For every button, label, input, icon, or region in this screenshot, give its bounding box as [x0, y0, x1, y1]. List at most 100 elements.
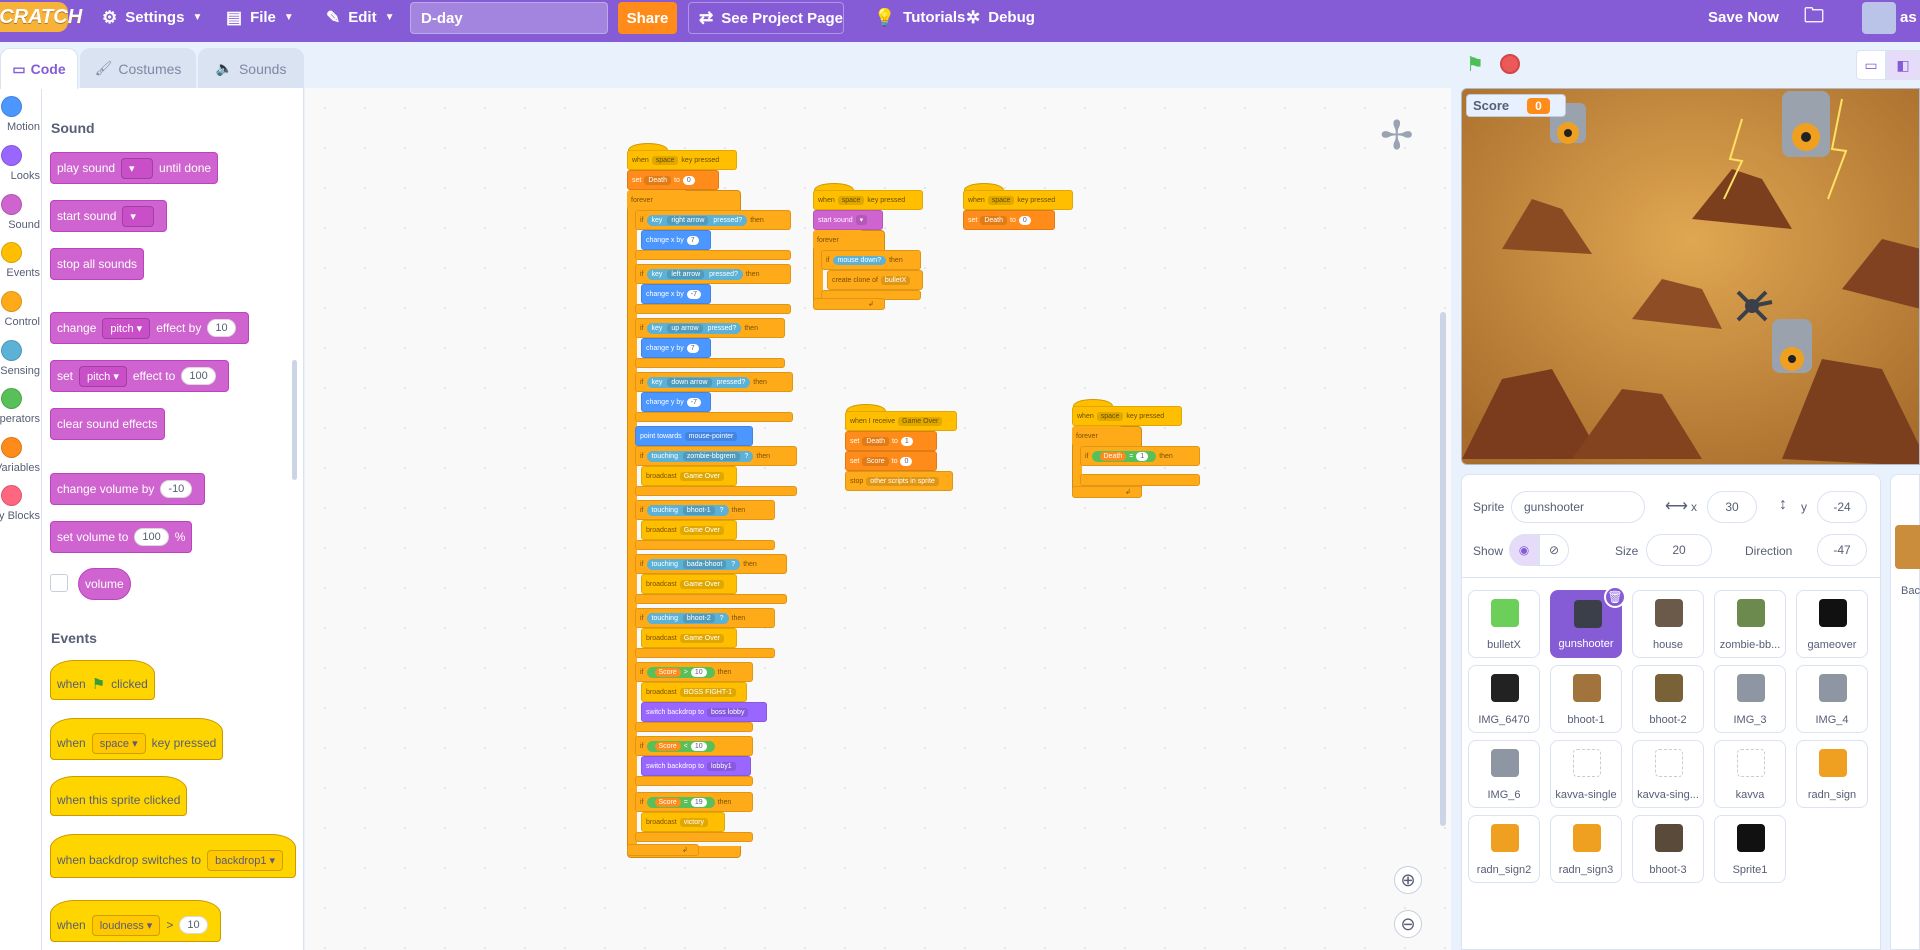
- edit-menu[interactable]: ✎ Edit ▼: [326, 0, 395, 35]
- number-input[interactable]: 100: [134, 528, 169, 546]
- tab-costumes[interactable]: 🖌 Costumes: [80, 48, 196, 88]
- backdrop-dropdown[interactable]: backdrop1 ▾: [207, 849, 284, 871]
- palette-scrollbar[interactable]: [292, 360, 297, 480]
- script-block[interactable]: if Score = 19 then: [635, 792, 753, 812]
- script-block[interactable]: if mouse down? then: [821, 250, 921, 270]
- effect-dropdown[interactable]: pitch ▾: [102, 317, 151, 339]
- script-block[interactable]: set Death to 0: [963, 210, 1055, 230]
- block-change-effect-by[interactable]: change pitch ▾ effect by 10: [50, 312, 249, 344]
- block-dropdown[interactable]: bhoot-2: [682, 613, 715, 623]
- script-block[interactable]: set Death to 0: [627, 170, 719, 190]
- block-dropdown[interactable]: up arrow: [667, 323, 703, 333]
- block-dropdown[interactable]: left arrow: [667, 269, 705, 279]
- tab-code[interactable]: ▭ Code: [0, 48, 78, 89]
- script-block[interactable]: change x by 7: [641, 230, 711, 250]
- file-menu[interactable]: ▤ File ▼: [226, 0, 294, 35]
- block-dropdown[interactable]: space: [837, 195, 865, 205]
- block-volume-reporter[interactable]: volume: [78, 568, 131, 600]
- large-stage-button[interactable]: ◧: [1886, 50, 1920, 80]
- number-input[interactable]: 10: [207, 319, 236, 337]
- block-when-this-sprite-clicked[interactable]: when this sprite clicked: [50, 776, 188, 816]
- block-dropdown[interactable]: lobby1: [706, 761, 736, 771]
- sprite-tile[interactable]: bhoot-1: [1550, 665, 1622, 733]
- save-now-button[interactable]: Save Now: [1708, 0, 1779, 35]
- sprite-tile[interactable]: IMG_4: [1796, 665, 1868, 733]
- block-dropdown[interactable]: zombie-bbgrem: [682, 451, 740, 461]
- account-name[interactable]: as: [1900, 0, 1917, 35]
- script-block[interactable]: if key left arrow pressed? then: [635, 264, 791, 284]
- script-block[interactable]: point towards mouse-pointer: [635, 426, 753, 446]
- sprite-tile[interactable]: zombie-bb...: [1714, 590, 1786, 658]
- share-button[interactable]: Share: [618, 2, 677, 34]
- block-play-sound-until-done[interactable]: play sound ▾ until done: [50, 152, 219, 184]
- delete-sprite-button[interactable]: 🗑: [1604, 586, 1626, 608]
- block-dropdown[interactable]: boss lobby: [706, 707, 749, 717]
- direction-input[interactable]: -47: [1817, 534, 1867, 566]
- category-motion[interactable]: Motion: [0, 96, 41, 144]
- stop-button[interactable]: [1500, 54, 1520, 74]
- block-input[interactable]: 0: [900, 456, 913, 466]
- script-block[interactable]: if touching bhoot-1 ? then: [635, 500, 775, 520]
- workspace-scrollbar[interactable]: [1440, 312, 1446, 826]
- block-set-volume-to[interactable]: set volume to 100%: [50, 521, 193, 553]
- block-change-volume-by[interactable]: change volume by -10: [50, 473, 206, 505]
- effect-dropdown[interactable]: pitch ▾: [79, 365, 127, 387]
- block-input[interactable]: 7: [686, 343, 699, 353]
- number-input[interactable]: 100: [181, 367, 216, 385]
- operator-reporter[interactable]: Score >10: [646, 666, 715, 678]
- sprite-name-input[interactable]: gunshooter: [1511, 491, 1645, 523]
- sprite-tile[interactable]: bhoot-3: [1632, 815, 1704, 883]
- number-input[interactable]: -10: [160, 480, 193, 498]
- block-dropdown[interactable]: space: [987, 195, 1015, 205]
- block-input[interactable]: 10: [690, 741, 707, 751]
- score-monitor[interactable]: Score 0: [1466, 94, 1566, 117]
- sprite-tile[interactable]: kavva-single: [1550, 740, 1622, 808]
- see-project-page-button[interactable]: ⇄ See Project Page: [688, 2, 844, 34]
- block-dropdown[interactable]: victory: [679, 817, 708, 827]
- debug-button[interactable]: ✲ Debug: [966, 0, 1035, 35]
- block-dropdown[interactable]: space: [651, 155, 679, 165]
- script-block[interactable]: stop other scripts in sprite: [845, 471, 953, 491]
- script-block[interactable]: change x by -7: [641, 284, 711, 304]
- operator-reporter[interactable]: Score <10: [646, 740, 715, 752]
- sprite-tile[interactable]: radn_sign2: [1468, 815, 1540, 883]
- script-block[interactable]: if Score >10 then: [635, 662, 753, 682]
- category-sensing[interactable]: Sensing: [0, 340, 41, 388]
- block-start-sound[interactable]: start sound ▾: [50, 200, 168, 232]
- script-block[interactable]: if touching bada-bhoot ? then: [635, 554, 787, 574]
- sprite-tile[interactable]: radn_sign: [1796, 740, 1868, 808]
- block-when-loudness[interactable]: when loudness ▾ >10: [50, 900, 221, 942]
- block-when-flag-clicked[interactable]: when ⚑ clicked: [50, 660, 155, 700]
- sensing-reporter[interactable]: touching zombie-bbgrem ?: [646, 450, 754, 462]
- tab-sounds[interactable]: 🔈 Sounds: [198, 48, 304, 88]
- block-dropdown[interactable]: right arrow: [667, 215, 709, 225]
- small-stage-button[interactable]: ▭: [1856, 50, 1886, 80]
- block-stop-all-sounds[interactable]: stop all sounds: [50, 248, 145, 280]
- key-dropdown[interactable]: space ▾: [91, 732, 146, 754]
- script-block[interactable]: broadcast Game Over: [641, 466, 737, 486]
- sprite-tile[interactable]: gunshooter 🗑: [1550, 586, 1626, 658]
- settings-menu[interactable]: ⚙ Settings ▼: [102, 0, 202, 35]
- script-block[interactable]: broadcast Game Over: [641, 520, 737, 540]
- script-block[interactable]: if touching zombie-bbgrem ? then: [635, 446, 797, 466]
- size-input[interactable]: 20: [1646, 534, 1712, 566]
- block-dropdown[interactable]: Game Over: [898, 416, 943, 426]
- script-block[interactable]: if key right arrow pressed? then: [635, 210, 791, 230]
- sound-dropdown[interactable]: ▾: [121, 157, 154, 179]
- account-avatar[interactable]: [1862, 2, 1896, 34]
- sprite-tile[interactable]: Sprite1: [1714, 815, 1786, 883]
- block-clear-sound-effects[interactable]: clear sound effects: [50, 408, 165, 440]
- block-dropdown[interactable]: ▾: [855, 215, 868, 225]
- block-dropdown[interactable]: mouse-pointer: [684, 431, 738, 441]
- script-block[interactable]: when I receive Game Over: [845, 411, 957, 431]
- sensing-reporter[interactable]: key up arrow pressed?: [646, 322, 742, 334]
- category-control[interactable]: Control: [0, 291, 41, 339]
- block-dropdown[interactable]: bada-bhoot: [682, 559, 727, 569]
- category-looks[interactable]: Looks: [0, 145, 41, 193]
- show-hidden-button[interactable]: ⊘: [1539, 534, 1569, 566]
- block-dropdown[interactable]: down arrow: [667, 377, 712, 387]
- script-block[interactable]: if key up arrow pressed? then: [635, 318, 785, 338]
- show-visible-button[interactable]: ◉: [1509, 534, 1539, 566]
- block-dropdown[interactable]: other scripts in sprite: [866, 476, 939, 486]
- block-input[interactable]: 19: [690, 797, 707, 807]
